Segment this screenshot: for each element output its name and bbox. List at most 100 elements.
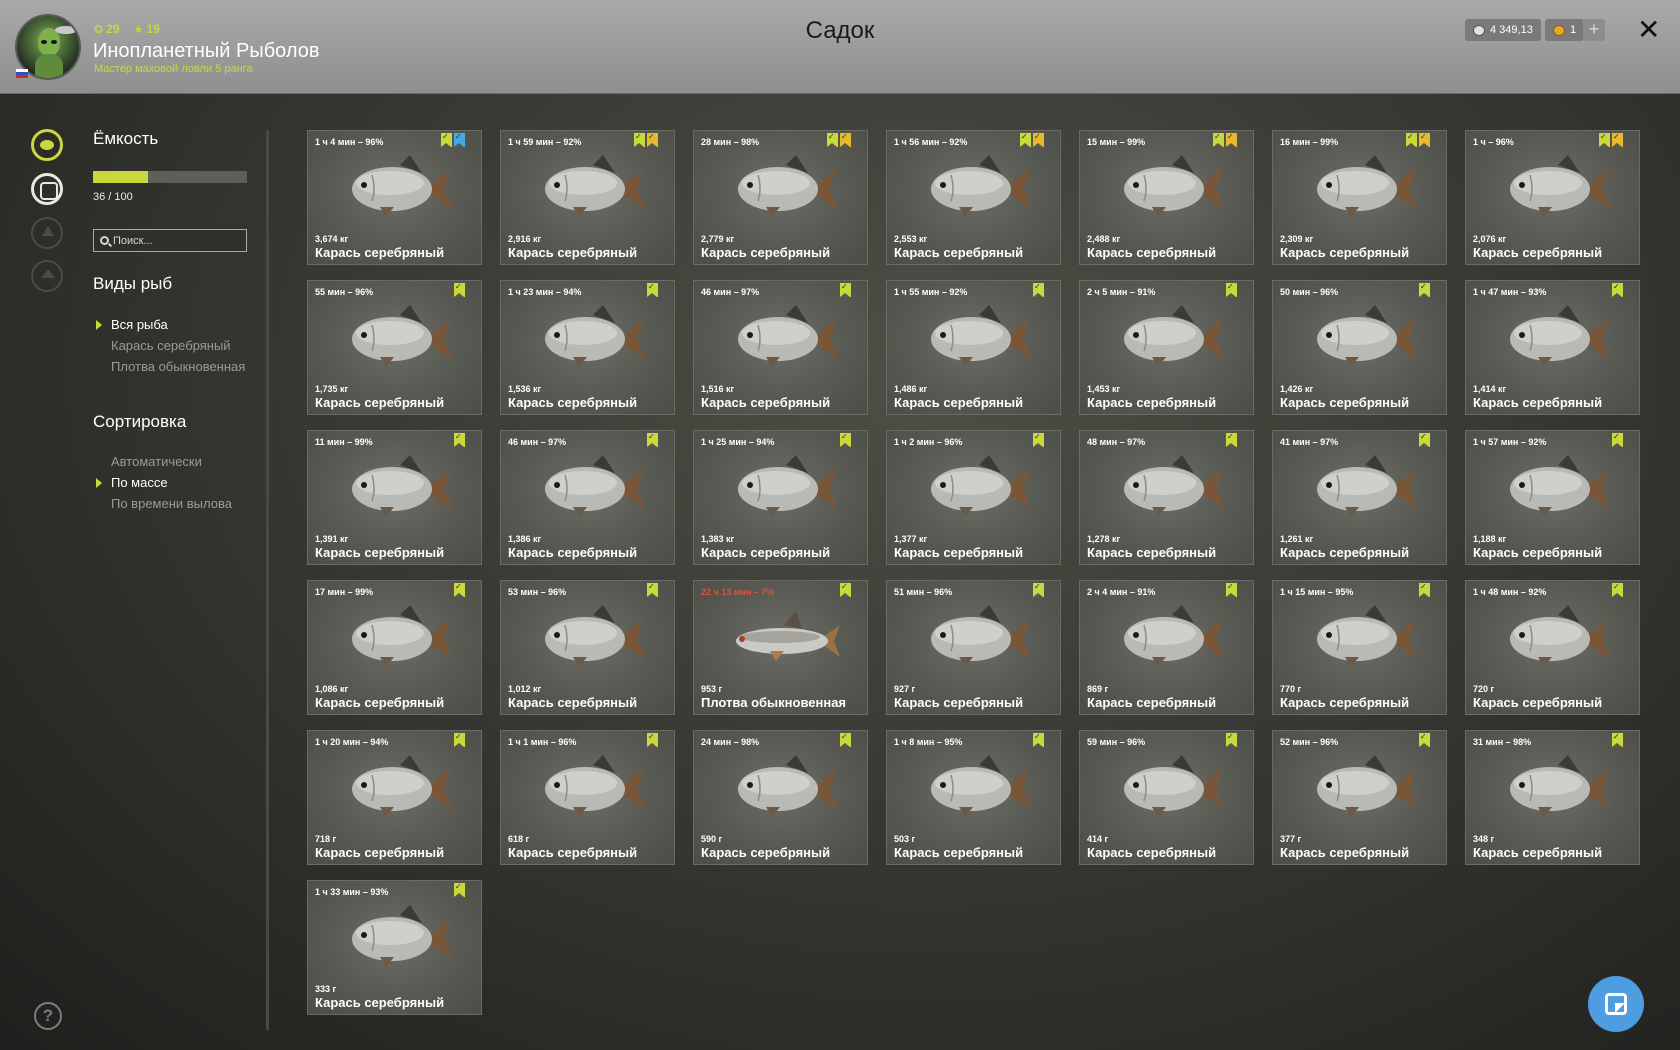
card-badges xyxy=(647,582,658,597)
add-gold-button[interactable]: + xyxy=(1583,19,1605,41)
fish-card[interactable]: 1 ч 47 мин – 93% 1,414 кг Карась серебря… xyxy=(1465,280,1640,415)
fish-card[interactable]: 31 мин – 98% 348 г Карась серебряный xyxy=(1465,730,1640,865)
fish-card[interactable]: 1 ч 4 мин – 96% 3,674 кг Карась серебрян… xyxy=(307,130,482,265)
fish-name: Карась серебряный xyxy=(315,995,445,1010)
home-nav-icon[interactable] xyxy=(31,260,63,292)
fish-card[interactable]: 16 мин – 99% 2,309 кг Карась серебряный xyxy=(1272,130,1447,265)
fish-card[interactable]: 46 мин – 97% 1,516 кг Карась серебряный xyxy=(693,280,868,415)
sort-item[interactable]: Автоматически xyxy=(111,455,251,469)
fish-weight: 1,377 кг xyxy=(894,534,928,544)
green-bookmark-icon xyxy=(454,282,465,297)
fish-weight: 1,414 кг xyxy=(1473,384,1507,394)
green-bookmark-icon xyxy=(647,282,658,297)
crucian-fish-icon xyxy=(1317,155,1417,217)
crucian-fish-icon xyxy=(352,155,452,217)
crucian-fish-icon xyxy=(1124,155,1224,217)
fish-card[interactable]: 1 ч 8 мин – 95% 503 г Карась серебряный xyxy=(886,730,1061,865)
fish-card[interactable]: 1 ч 15 мин – 95% 770 г Карась серебряный xyxy=(1272,580,1447,715)
catch-time: 41 мин – 97% xyxy=(1280,437,1339,447)
crucian-fish-icon xyxy=(1124,305,1224,367)
fish-card[interactable]: 1 ч 23 мин – 94% 1,536 кг Карась серебря… xyxy=(500,280,675,415)
fish-weight: 2,779 кг xyxy=(701,234,735,244)
fish-name: Карась серебряный xyxy=(1280,545,1410,560)
crucian-fish-icon xyxy=(1317,305,1417,367)
fish-nav-icon[interactable] xyxy=(31,129,63,161)
fish-card[interactable]: 17 мин – 99% 1,086 кг Карась серебряный xyxy=(307,580,482,715)
keepnet-nav-icon[interactable] xyxy=(31,173,63,205)
card-badges xyxy=(1612,732,1623,747)
help-button[interactable]: ? xyxy=(34,1002,62,1030)
crucian-fish-icon xyxy=(545,155,645,217)
fish-name: Карась серебряный xyxy=(1473,845,1603,860)
search-box[interactable] xyxy=(93,229,247,252)
catch-time: 1 ч 15 мин – 95% xyxy=(1280,587,1354,597)
active-arrow-icon xyxy=(96,320,102,330)
fish-card[interactable]: 1 ч 1 мин – 96% 618 г Карась серебряный xyxy=(500,730,675,865)
fish-weight: 1,536 кг xyxy=(508,384,542,394)
crucian-fish-icon xyxy=(1124,455,1224,517)
fish-card[interactable]: 53 мин – 96% 1,012 кг Карась серебряный xyxy=(500,580,675,715)
gold-coin-icon xyxy=(1553,24,1565,36)
fish-card[interactable]: 2 ч 4 мин – 91% 869 г Карась серебряный xyxy=(1079,580,1254,715)
fish-card[interactable]: 50 мин – 96% 1,426 кг Карась серебряный xyxy=(1272,280,1447,415)
fish-card[interactable]: 15 мин – 99% 2,488 кг Карась серебряный xyxy=(1079,130,1254,265)
fish-card[interactable]: 1 ч 56 мин – 92% 2,553 кг Карась серебря… xyxy=(886,130,1061,265)
fish-card[interactable]: 1 ч – 96% 2,076 кг Карась серебряный xyxy=(1465,130,1640,265)
fish-name: Карась серебряный xyxy=(1087,395,1217,410)
catch-time: 1 ч 55 мин – 92% xyxy=(894,287,968,297)
fish-card[interactable]: 1 ч 48 мин – 92% 720 г Карась серебряный xyxy=(1465,580,1640,715)
card-badges xyxy=(1020,132,1044,147)
fish-card[interactable]: 24 мин – 98% 590 г Карась серебряный xyxy=(693,730,868,865)
species-item[interactable]: Карась серебряный xyxy=(111,339,251,353)
green-bookmark-icon xyxy=(1612,432,1623,447)
fish-card[interactable]: 1 ч 25 мин – 94% 1,383 кг Карась серебря… xyxy=(693,430,868,565)
card-badges xyxy=(1419,282,1430,297)
crucian-fish-icon xyxy=(545,455,645,517)
stars-stat: ★ 19 xyxy=(134,22,160,36)
fish-card[interactable]: 1 ч 33 мин – 93% 333 г Карась серебряный xyxy=(307,880,482,1015)
cursor-mode-button[interactable] xyxy=(1588,976,1644,1032)
fish-card[interactable]: 1 ч 20 мин – 94% 718 г Карась серебряный xyxy=(307,730,482,865)
crucian-fish-icon xyxy=(931,155,1031,217)
fish-card[interactable]: 51 мин – 96% 927 г Карась серебряный xyxy=(886,580,1061,715)
catch-time: 1 ч 8 мин – 95% xyxy=(894,737,963,747)
sort-item[interactable]: По времени вылова xyxy=(111,497,251,511)
fish-card[interactable]: 52 мин – 96% 377 г Карась серебряный xyxy=(1272,730,1447,865)
fish-card[interactable]: 59 мин – 96% 414 г Карась серебряный xyxy=(1079,730,1254,865)
search-input[interactable] xyxy=(113,234,243,247)
fish-name: Карась серебряный xyxy=(315,395,445,410)
fish-name: Карась серебряный xyxy=(508,395,638,410)
upgrade-nav-icon[interactable] xyxy=(31,217,63,249)
green-bookmark-icon xyxy=(1226,282,1237,297)
crucian-fish-icon xyxy=(352,905,452,967)
fish-card[interactable]: 1 ч 59 мин – 92% 2,916 кг Карась серебря… xyxy=(500,130,675,265)
fish-card[interactable]: 2 ч 5 мин – 91% 1,453 кг Карась серебрян… xyxy=(1079,280,1254,415)
catch-time: 1 ч 2 мин – 96% xyxy=(894,437,963,447)
gold-balance: 1 xyxy=(1545,19,1585,41)
gold-value: 1 xyxy=(1570,24,1577,36)
fish-card[interactable]: 1 ч 2 мин – 96% 1,377 кг Карась серебрян… xyxy=(886,430,1061,565)
fish-card[interactable]: 1 ч 55 мин – 92% 1,486 кг Карась серебря… xyxy=(886,280,1061,415)
fish-weight: 2,309 кг xyxy=(1280,234,1314,244)
level-stat: ✪ 29 xyxy=(94,22,120,36)
catch-time: 28 мин – 98% xyxy=(701,137,760,147)
catch-time: 50 мин – 96% xyxy=(1280,287,1339,297)
species-item[interactable]: Плотва обыкновенная xyxy=(111,360,251,374)
stars-value: 19 xyxy=(146,22,160,36)
fish-card[interactable]: 46 мин – 97% 1,386 кг Карась серебряный xyxy=(500,430,675,565)
sort-item[interactable]: По массе xyxy=(111,476,251,490)
card-badges xyxy=(1226,432,1237,447)
fish-card[interactable]: 11 мин – 99% 1,391 кг Карась серебряный xyxy=(307,430,482,565)
fish-name: Карась серебряный xyxy=(315,245,445,260)
fish-card[interactable]: 41 мин – 97% 1,261 кг Карась серебряный xyxy=(1272,430,1447,565)
fish-card[interactable]: 55 мин – 96% 1,735 кг Карась серебряный xyxy=(307,280,482,415)
fish-name: Карась серебряный xyxy=(315,545,445,560)
fish-card[interactable]: 48 мин – 97% 1,278 кг Карась серебряный xyxy=(1079,430,1254,565)
fish-card[interactable]: 22 ч 13 мин – 7% 953 г Плотва обыкновенн… xyxy=(693,580,868,715)
fish-weight: 414 г xyxy=(1087,834,1109,844)
fish-card[interactable]: 28 мин – 98% 2,779 кг Карась серебряный xyxy=(693,130,868,265)
fish-card[interactable]: 1 ч 57 мин – 92% 1,188 кг Карась серебря… xyxy=(1465,430,1640,565)
alien-eye-left xyxy=(41,40,47,44)
species-item[interactable]: Вся рыба xyxy=(111,318,251,332)
close-button[interactable]: ✕ xyxy=(1637,14,1660,46)
